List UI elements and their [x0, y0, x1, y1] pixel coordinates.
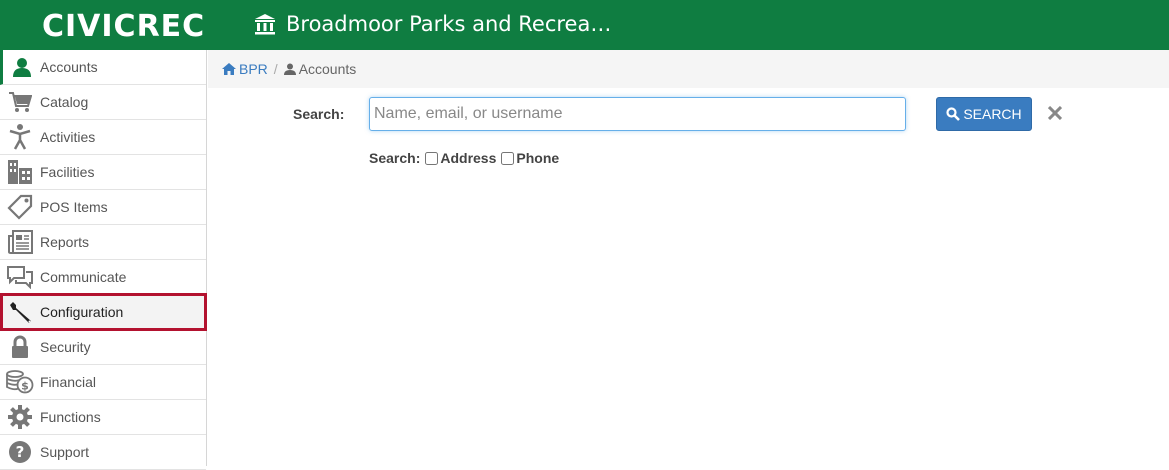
- phone-option[interactable]: Phone: [501, 150, 559, 166]
- newspaper-icon: [0, 225, 40, 259]
- sidebar-item-label: Reports: [40, 234, 90, 250]
- sidebar-item-communicate[interactable]: Communicate: [0, 260, 206, 295]
- sidebar-item-activities[interactable]: Activities: [0, 120, 206, 155]
- tag-icon: [0, 190, 40, 224]
- building-icon: [0, 155, 40, 189]
- person-icon: [0, 120, 40, 154]
- search-input[interactable]: [369, 97, 906, 131]
- user-icon: [3, 50, 40, 84]
- home-icon: [222, 63, 236, 75]
- gear-icon: [0, 400, 40, 434]
- institution-icon: [255, 14, 275, 35]
- sidebar-item-label: Support: [40, 444, 90, 460]
- sidebar-item-financial[interactable]: $ Financial: [0, 365, 206, 400]
- sidebar-item-label: Activities: [40, 129, 96, 145]
- breadcrumb-separator: /: [273, 61, 278, 77]
- sidebar-item-pos-items[interactable]: POS Items: [0, 190, 206, 225]
- sidebar-item-label: Catalog: [40, 94, 89, 110]
- org-name: Broadmoor Parks and Recrea…: [286, 12, 612, 36]
- wrench-icon: [0, 295, 40, 329]
- sidebar-item-security[interactable]: Security: [0, 330, 206, 365]
- search-options-label: Search:: [369, 150, 421, 166]
- search-icon: [946, 107, 961, 121]
- address-option[interactable]: Address: [425, 150, 496, 166]
- lock-icon: [0, 330, 40, 364]
- cart-icon: [0, 85, 40, 119]
- question-icon: ?: [0, 435, 40, 469]
- sidebar-item-label: Facilities: [40, 164, 95, 180]
- sidebar-item-reports[interactable]: Reports: [0, 225, 206, 260]
- close-icon: [1048, 106, 1062, 120]
- svg-text:$: $: [21, 380, 29, 393]
- sidebar-item-label: Security: [40, 339, 91, 355]
- search-button-label: SEARCH: [963, 106, 1022, 122]
- clear-search-button[interactable]: [1046, 104, 1064, 122]
- sidebar-item-accounts[interactable]: Accounts: [0, 50, 206, 85]
- sidebar-item-configuration[interactable]: Configuration: [0, 293, 207, 331]
- sidebar-item-label: Financial: [40, 374, 97, 390]
- chat-icon: [0, 260, 40, 294]
- top-header-bar: CIVICREC Broadmoor Parks and Recrea…: [0, 0, 1169, 50]
- phone-checkbox[interactable]: [501, 151, 515, 165]
- search-label: Search:: [293, 106, 345, 122]
- user-icon: [283, 63, 296, 75]
- sidebar-item-label: POS Items: [40, 199, 108, 215]
- org-title[interactable]: Broadmoor Parks and Recrea…: [254, 12, 611, 36]
- breadcrumb-home[interactable]: BPR: [222, 61, 268, 77]
- svg-text:?: ?: [16, 443, 25, 461]
- search-button[interactable]: SEARCH: [936, 97, 1032, 131]
- sidebar-item-support[interactable]: ? Support: [0, 435, 206, 470]
- sidebar-item-label: Accounts: [40, 59, 98, 75]
- search-options: Search: Address Phone: [369, 150, 559, 166]
- app-logo[interactable]: CIVICREC: [42, 9, 205, 44]
- sidebar-item-label: Communicate: [40, 269, 127, 285]
- sidebar-item-label: Configuration: [40, 304, 124, 320]
- address-checkbox[interactable]: [425, 151, 439, 165]
- sidebar-item-functions[interactable]: Functions: [0, 400, 206, 435]
- breadcrumb-current: Accounts: [283, 61, 357, 77]
- breadcrumb-home-label: BPR: [239, 61, 268, 77]
- breadcrumb-current-label: Accounts: [298, 61, 357, 77]
- phone-option-label: Phone: [516, 150, 560, 166]
- breadcrumb: BPR / Accounts: [208, 50, 1169, 88]
- coins-icon: $: [0, 365, 40, 399]
- sidebar-item-catalog[interactable]: Catalog: [0, 85, 206, 120]
- sidebar-item-label: Functions: [40, 409, 101, 425]
- sidebar-item-facilities[interactable]: Facilities: [0, 155, 206, 190]
- sidebar-nav: Accounts Catalog Activities Facilities P…: [0, 50, 207, 470]
- address-option-label: Address: [440, 150, 497, 166]
